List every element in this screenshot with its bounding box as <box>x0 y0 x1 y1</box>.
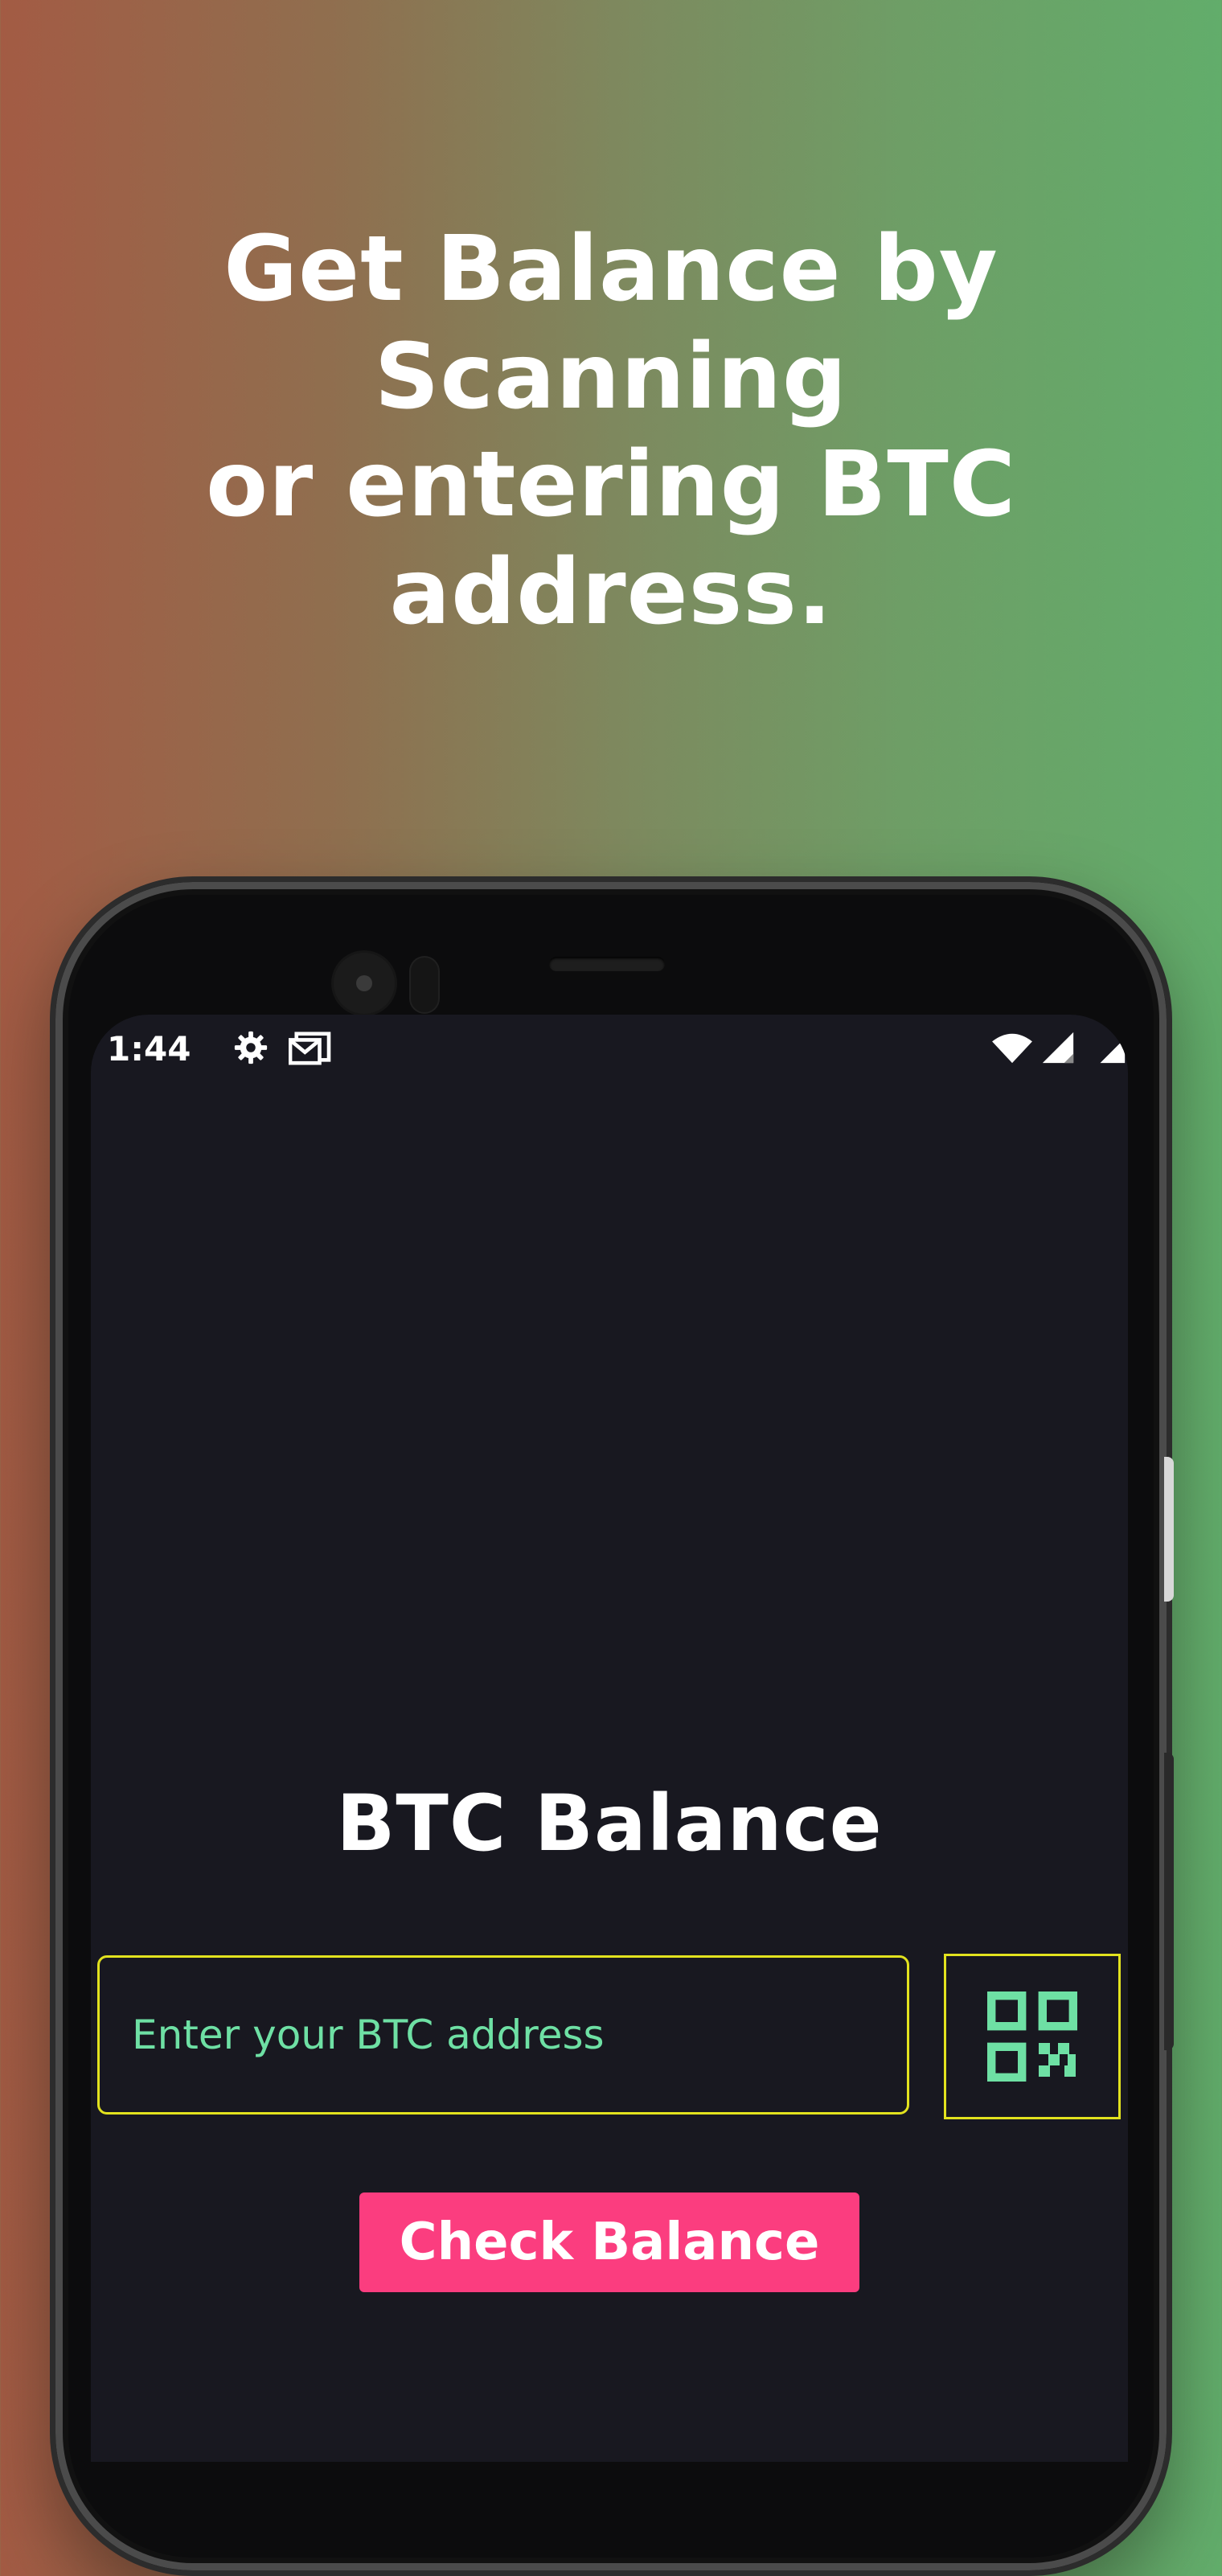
volume-button <box>1164 1457 1174 1602</box>
headline-line-3: or entering BTC <box>206 433 1016 537</box>
headline-line-2: Scanning <box>374 325 848 429</box>
power-button <box>1164 1753 1174 2050</box>
cellular-signal-icon <box>1042 1032 1074 1064</box>
proximity-sensor <box>411 958 438 1012</box>
headline-line-4: address. <box>389 540 833 645</box>
earpiece-speaker <box>549 957 665 971</box>
front-camera <box>334 953 395 1014</box>
btc-address-input[interactable] <box>97 1955 909 2115</box>
check-balance-button[interactable]: Check Balance <box>359 2192 859 2292</box>
qr-code-icon <box>987 1991 1077 2082</box>
promo-headline: Get Balance by Scanning or entering BTC … <box>0 215 1222 646</box>
status-time: 1:44 <box>107 1029 191 1069</box>
mail-icon <box>289 1032 331 1065</box>
phone-screen: 1:44 BTC Balance Enter your BTC address … <box>91 1015 1128 2462</box>
headline-line-1: Get Balance by <box>223 217 999 322</box>
status-bar: 1:44 <box>91 1015 1128 1081</box>
gear-icon <box>234 1031 268 1064</box>
app-title: BTC Balance <box>336 1778 883 1868</box>
battery-icon <box>1100 1038 1126 1064</box>
scan-qr-button[interactable] <box>944 1954 1121 2119</box>
wifi-icon <box>992 1033 1032 1064</box>
